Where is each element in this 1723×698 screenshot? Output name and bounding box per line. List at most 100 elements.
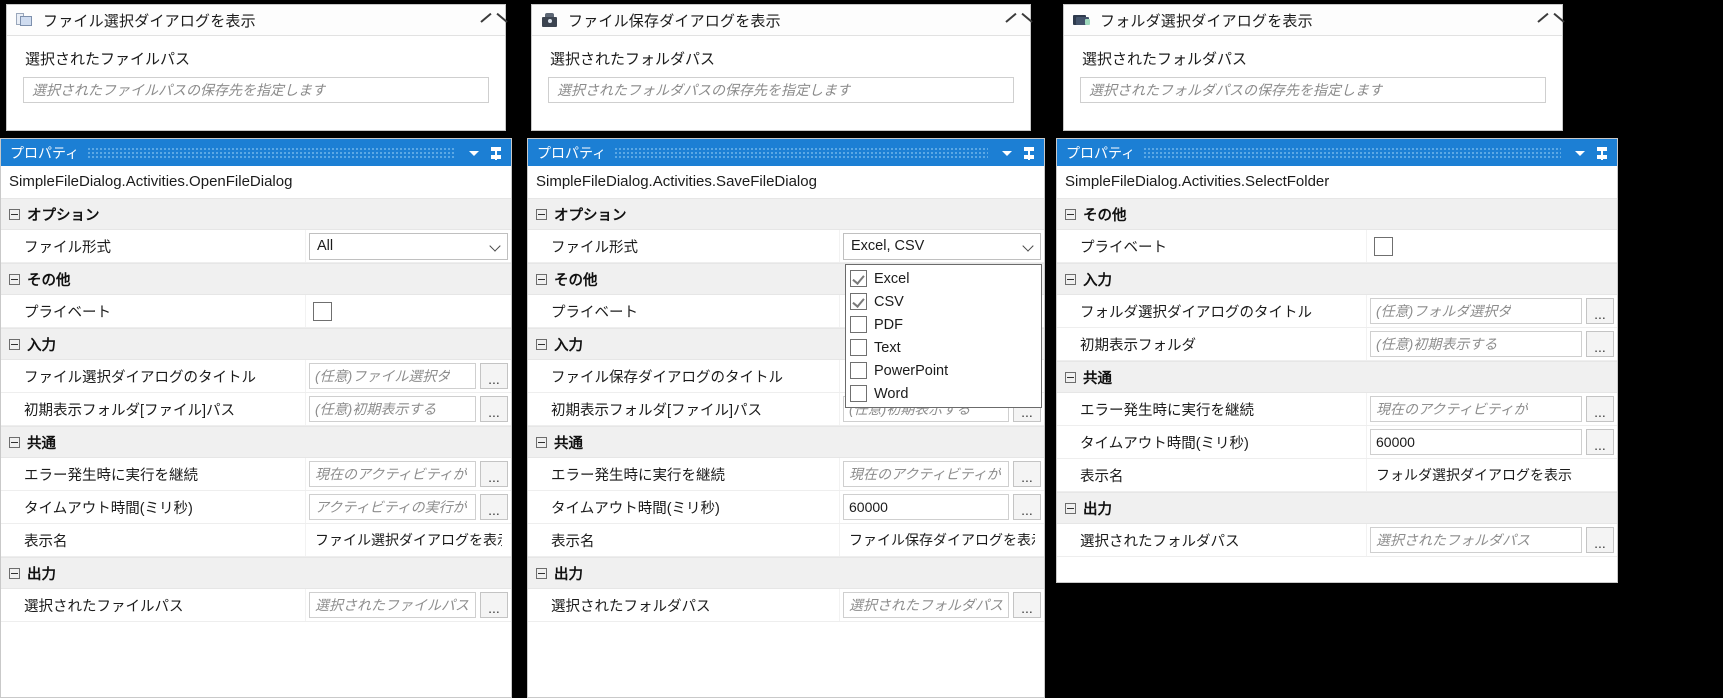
property-row[interactable]: 初期表示フォルダ (任意)初期表示する ... [1057, 328, 1617, 361]
selected-folder-path-input-folder[interactable]: 選択されたフォルダパスの保存先を指定します [1080, 77, 1546, 103]
dropdown-option[interactable]: PDF [846, 313, 1041, 336]
chevron-down-icon[interactable] [463, 142, 485, 164]
property-row[interactable]: ファイル形式 All [1, 230, 511, 263]
timeout-input[interactable]: 60000 [1370, 429, 1582, 455]
ellipsis-button[interactable]: ... [480, 494, 508, 520]
output-folder-path-input[interactable]: 選択されたフォルダパス [843, 592, 1009, 618]
private-checkbox[interactable] [1374, 236, 1393, 256]
dropdown-option[interactable]: CSV [846, 290, 1041, 313]
ellipsis-button[interactable]: ... [1013, 592, 1041, 618]
pin-icon[interactable] [1018, 142, 1040, 164]
property-category[interactable]: 共通 [1057, 361, 1617, 393]
ellipsis-button[interactable]: ... [1586, 396, 1614, 422]
display-name-value-wrap[interactable]: ファイル保存ダイアログを表示 [843, 530, 1041, 550]
ellipsis-button[interactable]: ... [480, 396, 508, 422]
property-row[interactable]: エラー発生時に実行を継続 現在のアクティビティが ... [528, 458, 1044, 491]
collapse-box-icon[interactable] [536, 338, 547, 350]
ellipsis-button[interactable]: ... [1586, 298, 1614, 324]
collapse-box-icon[interactable] [1065, 371, 1076, 383]
collapse-box-icon[interactable] [9, 273, 20, 285]
collapse-box-icon[interactable] [536, 273, 547, 285]
property-row[interactable]: エラー発生時に実行を継続 現在のアクティビティが ... [1, 458, 511, 491]
property-row[interactable]: ファイル選択ダイアログのタイトル (任意)ファイル選択ダ ... [1, 360, 511, 393]
property-row[interactable]: 表示名 フォルダ選択ダイアログを表示 [1057, 459, 1617, 492]
collapse-box-icon[interactable] [1065, 273, 1076, 285]
property-row[interactable]: ファイル形式 Excel, CSV [528, 230, 1044, 263]
timeout-input[interactable]: 60000 [843, 494, 1009, 520]
pin-icon[interactable] [1591, 142, 1613, 164]
checkbox-icon[interactable] [850, 316, 867, 333]
checkbox-checked-icon[interactable] [850, 293, 867, 310]
property-category[interactable]: 共通 [528, 426, 1044, 458]
chevron-up-icon[interactable] [477, 9, 499, 31]
pin-icon[interactable] [485, 142, 507, 164]
checkbox-icon[interactable] [850, 362, 867, 379]
property-category[interactable]: 入力 [1057, 263, 1617, 295]
collapse-box-icon[interactable] [9, 436, 20, 448]
dropdown-option[interactable]: PowerPoint [846, 359, 1041, 382]
continue-on-error-input[interactable]: 現在のアクティビティが [843, 461, 1009, 487]
property-category[interactable]: 共通 [1, 426, 511, 458]
dropdown-option[interactable]: Text [846, 336, 1041, 359]
chevron-down-icon[interactable] [1569, 142, 1591, 164]
collapse-box-icon[interactable] [9, 338, 20, 350]
display-name-value-wrap[interactable]: フォルダ選択ダイアログを表示 [1370, 465, 1614, 485]
ellipsis-button[interactable]: ... [480, 363, 508, 389]
collapse-box-icon[interactable] [9, 567, 20, 579]
collapse-box-icon[interactable] [1065, 208, 1076, 220]
initial-folder-input[interactable]: (任意)初期表示する [309, 396, 476, 422]
collapse-box-icon[interactable] [1065, 502, 1076, 514]
ellipsis-button[interactable]: ... [1586, 527, 1614, 553]
property-category[interactable]: その他 [1057, 198, 1617, 230]
file-format-combobox[interactable]: Excel, CSV [843, 232, 1041, 260]
continue-on-error-input[interactable]: 現在のアクティビティが [1370, 396, 1582, 422]
dropdown-option[interactable]: Excel [846, 267, 1041, 290]
private-checkbox[interactable] [313, 301, 332, 321]
property-row[interactable]: プライベート [1, 295, 511, 328]
selected-folder-path-input-save[interactable]: 選択されたフォルダパスの保存先を指定します [548, 77, 1014, 103]
chevron-down-icon[interactable] [996, 142, 1018, 164]
property-category[interactable]: 出力 [1, 557, 511, 589]
property-row[interactable]: 表示名 ファイル選択ダイアログを表示 [1, 524, 511, 557]
property-row[interactable]: 選択されたフォルダパス 選択されたフォルダパス ... [528, 589, 1044, 622]
file-format-dropdown[interactable]: Excel CSV PDF Text PowerPoint Word [845, 264, 1042, 408]
property-row[interactable]: プライベート [1057, 230, 1617, 263]
ellipsis-button[interactable]: ... [1586, 429, 1614, 455]
dialog-title-input[interactable]: (任意)ファイル選択ダ [309, 363, 476, 389]
property-category[interactable]: その他 [1, 263, 511, 295]
dialog-title-input[interactable]: (任意)フォルダ選択ダ [1370, 298, 1582, 324]
collapse-box-icon[interactable] [536, 436, 547, 448]
property-row[interactable]: エラー発生時に実行を継続 現在のアクティビティが ... [1057, 393, 1617, 426]
property-row[interactable]: フォルダ選択ダイアログのタイトル (任意)フォルダ選択ダ ... [1057, 295, 1617, 328]
ellipsis-button[interactable]: ... [1013, 461, 1041, 487]
collapse-box-icon[interactable] [536, 567, 547, 579]
property-row[interactable]: タイムアウト時間(ミリ秒) 60000 ... [1057, 426, 1617, 459]
property-category[interactable]: 入力 [1, 328, 511, 360]
output-file-path-input[interactable]: 選択されたファイルパス [309, 592, 476, 618]
ellipsis-button[interactable]: ... [1586, 331, 1614, 357]
collapse-box-icon[interactable] [536, 208, 547, 220]
selected-file-path-input[interactable]: 選択されたファイルパスの保存先を指定します [23, 77, 489, 103]
output-folder-path-input[interactable]: 選択されたフォルダパス [1370, 527, 1582, 553]
ellipsis-button[interactable]: ... [1013, 494, 1041, 520]
property-row[interactable]: 表示名 ファイル保存ダイアログを表示 [528, 524, 1044, 557]
dropdown-option[interactable]: Word [846, 382, 1041, 405]
collapse-box-icon[interactable] [9, 208, 20, 220]
continue-on-error-input[interactable]: 現在のアクティビティが [309, 461, 476, 487]
chevron-up-icon[interactable] [1002, 9, 1024, 31]
display-name-value-wrap[interactable]: ファイル選択ダイアログを表示 [309, 530, 508, 550]
checkbox-checked-icon[interactable] [850, 270, 867, 287]
property-row[interactable]: タイムアウト時間(ミリ秒) 60000 ... [528, 491, 1044, 524]
chevron-up-icon[interactable] [1534, 9, 1556, 31]
property-category[interactable]: オプション [528, 198, 1044, 230]
property-category[interactable]: オプション [1, 198, 511, 230]
property-category[interactable]: 出力 [1057, 492, 1617, 524]
property-row[interactable]: タイムアウト時間(ミリ秒) アクティビティの実行が ... [1, 491, 511, 524]
timeout-input[interactable]: アクティビティの実行が [309, 494, 476, 520]
property-row[interactable]: 初期表示フォルダ[ファイル]パス (任意)初期表示する ... [1, 393, 511, 426]
file-format-combobox[interactable]: All [309, 232, 508, 260]
ellipsis-button[interactable]: ... [480, 461, 508, 487]
property-row[interactable]: 選択されたフォルダパス 選択されたフォルダパス ... [1057, 524, 1617, 557]
ellipsis-button[interactable]: ... [480, 592, 508, 618]
checkbox-icon[interactable] [850, 339, 867, 356]
